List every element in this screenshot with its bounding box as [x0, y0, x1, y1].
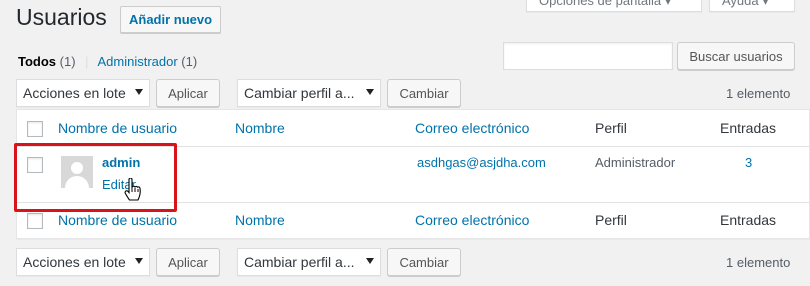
bulk-actions-selected-bottom: Acciones en lote [23, 254, 126, 270]
row-posts[interactable]: 3 [745, 155, 752, 170]
items-count-bottom: 1 elemento [726, 255, 791, 270]
apply-button-top[interactable]: Aplicar [156, 79, 220, 107]
help-label: Ayuda ▾ [722, 0, 769, 8]
column-role: Perfil [595, 120, 627, 136]
dropdown-arrow-icon [366, 89, 374, 95]
footer-column-email[interactable]: Correo electrónico [415, 212, 529, 228]
column-email[interactable]: Correo electrónico [415, 120, 529, 136]
change-role-selected-top: Cambiar perfil a... [244, 85, 355, 101]
apply-button-bottom[interactable]: Aplicar [156, 248, 220, 276]
dropdown-arrow-icon [135, 258, 143, 264]
add-new-button[interactable]: Añadir nuevo [120, 6, 222, 33]
filter-administrator-count: (1) [181, 54, 198, 69]
change-role-selected-bottom: Cambiar perfil a... [244, 254, 355, 270]
row-role: Administrador [595, 155, 676, 170]
change-role-select-top[interactable]: Cambiar perfil a... [237, 79, 381, 107]
row-email[interactable]: asdhgas@asjdha.com [417, 155, 546, 170]
column-posts: Entradas [720, 120, 777, 136]
help-tab[interactable]: Ayuda ▾ [709, 0, 795, 12]
filter-separator: | [85, 54, 89, 69]
screen-options-tab[interactable]: Opciones de pantalla ▾ [526, 0, 702, 12]
column-name[interactable]: Nombre [235, 120, 285, 136]
highlight-annotation [14, 143, 177, 212]
footer-column-role: Perfil [595, 212, 627, 228]
filter-administrator[interactable]: Administrador [97, 54, 177, 69]
items-count-top: 1 elemento [726, 86, 791, 101]
footer-column-username[interactable]: Nombre de usuario [58, 212, 177, 228]
change-button-bottom[interactable]: Cambiar [387, 248, 461, 276]
search-input[interactable] [503, 42, 673, 70]
dropdown-arrow-icon [366, 258, 374, 264]
footer-column-posts: Entradas [720, 212, 777, 228]
column-username[interactable]: Nombre de usuario [58, 120, 177, 136]
bulk-actions-select-top[interactable]: Acciones en lote [16, 79, 150, 107]
role-filter-links: Todos (1) | Administrador (1) [18, 54, 197, 69]
select-all-checkbox-top[interactable] [27, 121, 43, 137]
change-role-select-bottom[interactable]: Cambiar perfil a... [237, 248, 381, 276]
screen-options-label: Opciones de pantalla ▾ [539, 0, 672, 8]
filter-all[interactable]: Todos [18, 54, 56, 69]
bulk-actions-selected-top: Acciones en lote [23, 85, 126, 101]
footer-column-name[interactable]: Nombre [235, 212, 285, 228]
page-title: Usuarios [16, 4, 107, 30]
change-button-top[interactable]: Cambiar [387, 79, 461, 107]
filter-all-count: (1) [59, 54, 76, 69]
dropdown-arrow-icon [135, 89, 143, 95]
bulk-actions-select-bottom[interactable]: Acciones en lote [16, 248, 150, 276]
search-users-button[interactable]: Buscar usuarios [677, 42, 795, 70]
select-all-checkbox-bottom[interactable] [27, 213, 43, 229]
